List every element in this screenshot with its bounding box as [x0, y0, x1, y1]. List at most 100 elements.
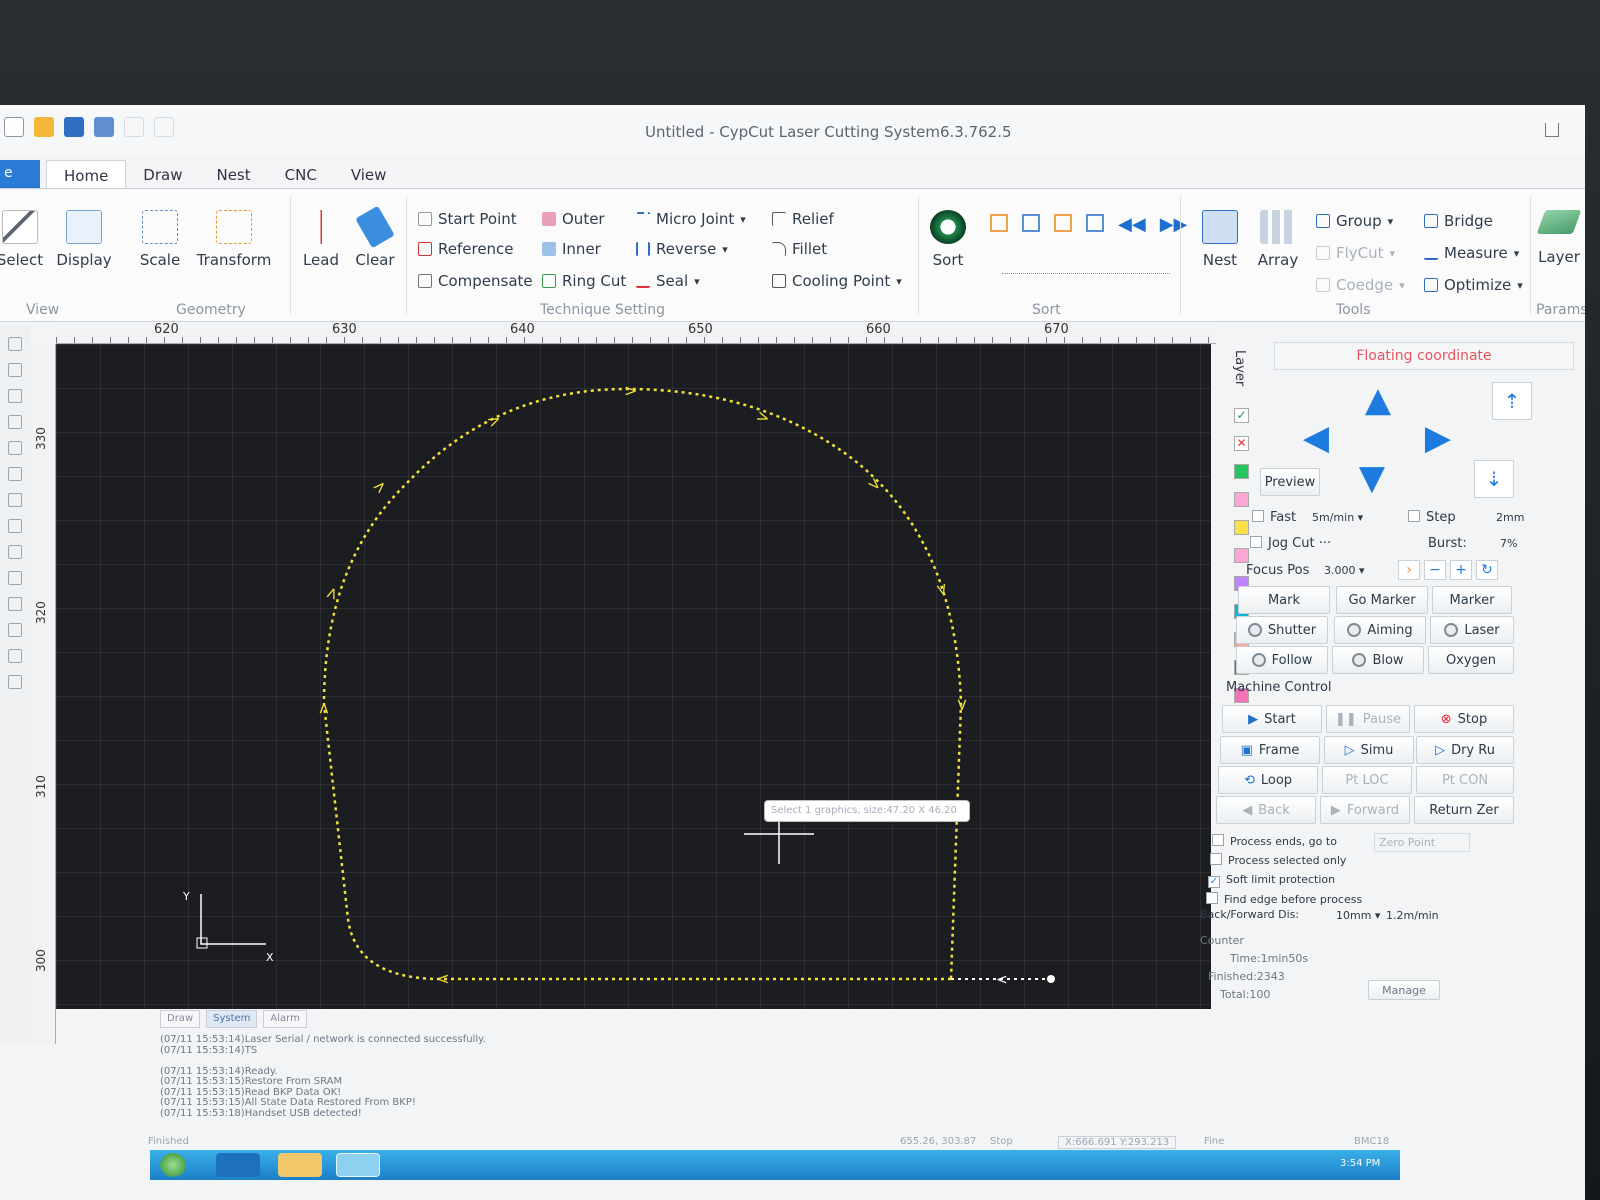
zero-point-select[interactable]: Zero Point: [1374, 833, 1470, 852]
display-button[interactable]: Display: [56, 210, 112, 269]
loop-button[interactable]: ⟲ Loop: [1218, 766, 1318, 794]
save-icon[interactable]: [64, 117, 84, 137]
compensate-button[interactable]: Compensate: [418, 272, 533, 290]
bridge-button[interactable]: Bridge: [1424, 212, 1493, 230]
move-left-icon[interactable]: ◀: [1298, 420, 1334, 456]
sort-slider[interactable]: [1002, 262, 1170, 274]
shutter-button[interactable]: Shutter: [1236, 616, 1328, 644]
cooling-point-button[interactable]: Cooling Point ▾: [772, 272, 902, 290]
arc-tool-icon[interactable]: [8, 493, 22, 507]
go-marker-button[interactable]: Go Marker: [1336, 586, 1428, 614]
select-button[interactable]: Select: [0, 210, 46, 269]
clear-button[interactable]: Clear: [352, 205, 398, 269]
layer-color-swatch[interactable]: [1234, 492, 1249, 507]
focus-plus-icon[interactable]: +: [1450, 560, 1472, 580]
simu-button[interactable]: ▷ Simu: [1324, 736, 1414, 764]
circle-tool-icon[interactable]: [8, 519, 22, 533]
ring-cut-button[interactable]: Ring Cut: [542, 272, 626, 290]
sort-order-icon[interactable]: [1086, 214, 1104, 232]
rotate-tool-icon[interactable]: [8, 649, 22, 663]
manage-button[interactable]: Manage: [1368, 980, 1440, 1000]
reference-button[interactable]: Reference: [418, 240, 514, 258]
layer-x-icon[interactable]: ✕: [1234, 436, 1249, 451]
node-tool-icon[interactable]: [8, 363, 22, 377]
mirror-tool-icon[interactable]: [8, 623, 22, 637]
return-zero-button[interactable]: Return Zer: [1414, 796, 1514, 824]
focus-next-icon[interactable]: ›: [1398, 560, 1420, 580]
speed-select[interactable]: 5m/min ▾: [1312, 511, 1363, 524]
flycut-button[interactable]: FlyCut ▾: [1316, 244, 1395, 262]
forward-button[interactable]: ▶ Forward: [1320, 796, 1410, 824]
cypcut-taskbar-icon[interactable]: [336, 1153, 380, 1177]
open-folder-icon[interactable]: [34, 117, 54, 137]
find-edge-checkbox[interactable]: Find edge before process: [1206, 892, 1362, 906]
redo-icon[interactable]: [154, 117, 174, 137]
lead-button[interactable]: Lead: [298, 210, 344, 269]
import-icon[interactable]: [94, 117, 114, 137]
align-tool-icon[interactable]: [8, 675, 22, 689]
fast-checkbox[interactable]: Fast: [1252, 510, 1296, 525]
start-point-button[interactable]: Start Point: [418, 210, 517, 228]
rect-tool-icon[interactable]: [8, 545, 22, 559]
dry-run-button[interactable]: ▷ Dry Ru: [1416, 736, 1514, 764]
layer-color-swatch[interactable]: [1234, 464, 1249, 479]
log-tab-system[interactable]: System: [206, 1010, 258, 1028]
focus-minus-icon[interactable]: −: [1424, 560, 1446, 580]
floating-coordinate[interactable]: Floating coordinate: [1274, 342, 1574, 370]
chevron-down-icon[interactable]: ▾: [740, 213, 746, 226]
move-right-icon[interactable]: ▶: [1420, 420, 1456, 456]
tab-cnc[interactable]: CNC: [268, 160, 334, 188]
new-icon[interactable]: [4, 117, 24, 137]
pt-con-button[interactable]: Pt CON: [1416, 766, 1514, 794]
measure-button[interactable]: Measure ▾: [1424, 244, 1519, 262]
tab-home[interactable]: Home: [46, 160, 127, 188]
chevron-down-icon[interactable]: ▾: [694, 275, 700, 288]
focus-pos-select[interactable]: 3.000 ▾: [1324, 564, 1365, 577]
star-tool-icon[interactable]: [8, 597, 22, 611]
file-tab[interactable]: e: [0, 160, 40, 188]
oxygen-button[interactable]: Oxygen: [1428, 646, 1514, 674]
follow-button[interactable]: Follow: [1236, 646, 1328, 674]
aiming-button[interactable]: Aiming: [1334, 616, 1426, 644]
move-up-icon[interactable]: ▲: [1360, 382, 1396, 418]
mark-button[interactable]: Mark: [1238, 586, 1330, 614]
step-checkbox[interactable]: Step: [1408, 510, 1456, 525]
preview-button[interactable]: Preview: [1260, 468, 1320, 496]
chevron-down-icon[interactable]: ▾: [722, 243, 728, 256]
polyline-tool-icon[interactable]: [8, 467, 22, 481]
process-ends-checkbox[interactable]: Process ends, go to: [1212, 834, 1337, 848]
sort-order-icon[interactable]: [1054, 214, 1072, 232]
marker-button[interactable]: Marker: [1432, 586, 1512, 614]
machine-position[interactable]: X:666.691 Y:293.213: [1058, 1136, 1177, 1149]
array-button[interactable]: Array: [1254, 210, 1302, 269]
soft-limit-checkbox[interactable]: ✓ Soft limit protection: [1208, 873, 1335, 888]
sort-order-icon[interactable]: [1022, 214, 1040, 232]
move-down-icon[interactable]: ▼: [1354, 460, 1390, 496]
line-tool-icon[interactable]: [8, 441, 22, 455]
log-tab-alarm[interactable]: Alarm: [263, 1010, 307, 1028]
log-tab-draw[interactable]: Draw: [160, 1010, 201, 1028]
internet-explorer-icon[interactable]: [216, 1153, 260, 1177]
undo-icon[interactable]: [124, 117, 144, 137]
fast-forward-icon[interactable]: ▶▶: [1160, 214, 1188, 235]
seal-button[interactable]: Seal ▾: [636, 272, 700, 290]
outer-button[interactable]: Outer: [542, 210, 605, 228]
tab-draw[interactable]: Draw: [126, 160, 199, 188]
optimize-button[interactable]: Optimize ▾: [1424, 276, 1523, 294]
rewind-icon[interactable]: ◀◀: [1118, 214, 1146, 235]
layer-button[interactable]: Layer: [1536, 210, 1582, 266]
pause-button[interactable]: ❚❚ Pause: [1326, 705, 1410, 733]
select-tool-icon[interactable]: [8, 337, 22, 351]
sort-button[interactable]: Sort: [926, 210, 970, 269]
layer-color-swatch[interactable]: [1234, 520, 1249, 535]
sort-order-icon[interactable]: [990, 214, 1008, 232]
reverse-button[interactable]: Reverse ▾: [636, 240, 728, 258]
minimize-icon[interactable]: [1545, 123, 1559, 137]
z-up-icon[interactable]: ⇡: [1492, 382, 1532, 420]
cut-path[interactable]: [322, 387, 963, 981]
back-button[interactable]: ◀ Back: [1216, 796, 1316, 824]
drawing-canvas[interactable]: > > > > > > < > > > < Y X Select 1 graph…: [56, 344, 1211, 1009]
jog-cut-checkbox[interactable]: Jog Cut ···: [1250, 536, 1331, 551]
transform-button[interactable]: Transform: [196, 210, 272, 269]
relief-button[interactable]: Relief: [772, 210, 834, 228]
